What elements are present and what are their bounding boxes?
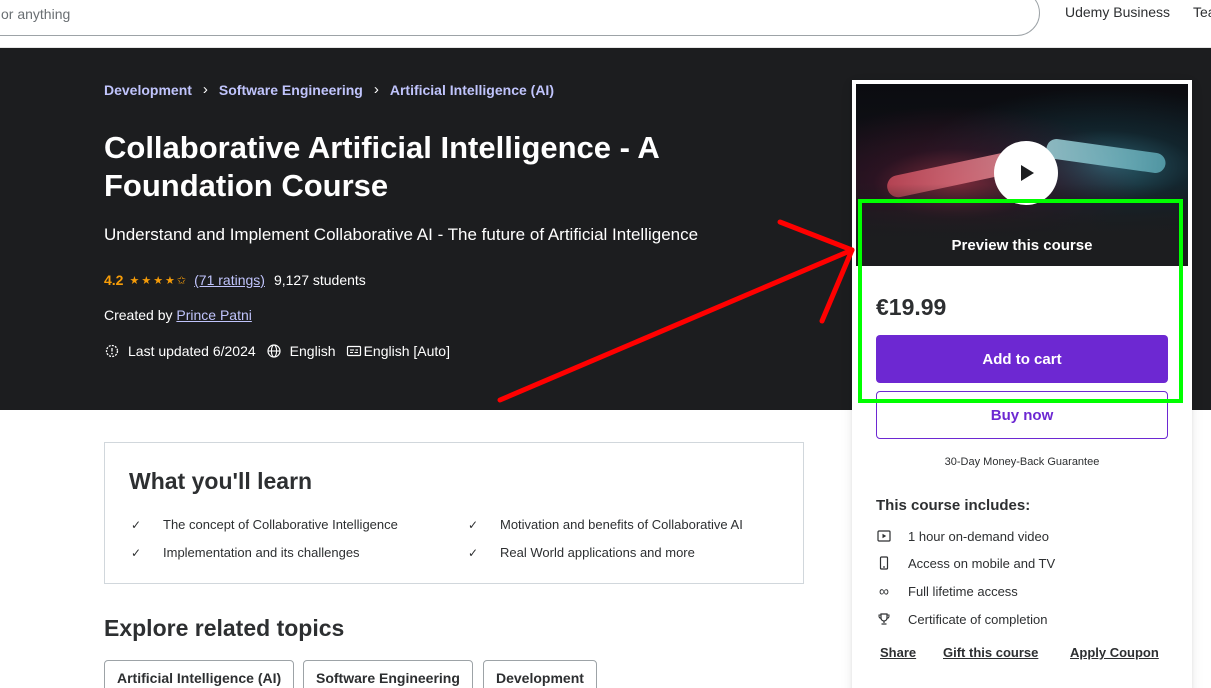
check-icon: ✓ [468, 545, 479, 560]
learn-item: ✓ Implementation and its challenges [131, 545, 360, 560]
related-topics-title: Explore related topics [104, 615, 345, 641]
preview-label: Preview this course [951, 237, 1093, 254]
instructor-link[interactable]: Prince Patni [176, 307, 251, 323]
include-lifetime-label: Full lifetime access [908, 583, 1018, 599]
learn-item: ✓ The concept of Collaborative Intellige… [131, 517, 398, 532]
course-price: €19.99 [876, 294, 947, 320]
include-mobile: Access on mobile and TV [876, 555, 1055, 571]
search-input[interactable]: or anything [0, 0, 1040, 36]
includes-title: This course includes: [876, 497, 1031, 514]
add-to-cart-button[interactable]: Add to cart [876, 335, 1168, 383]
chevron-right-icon: › [373, 81, 379, 98]
course-preview-video[interactable]: Preview this course [856, 84, 1188, 266]
ratings-link[interactable]: (71 ratings) [194, 272, 265, 288]
play-icon[interactable] [994, 141, 1058, 205]
learn-item-text: Real World applications and more [500, 545, 695, 560]
learn-item: ✓ Real World applications and more [468, 545, 695, 560]
include-video-label: 1 hour on-demand video [908, 528, 1049, 544]
course-title: Collaborative Artificial Intelligence - … [104, 130, 659, 203]
nav-teach[interactable]: Tea [1193, 4, 1211, 20]
share-link[interactable]: Share [880, 645, 916, 660]
breadcrumb-software-engineering[interactable]: Software Engineering [219, 82, 363, 98]
search-placeholder: or anything [1, 6, 71, 22]
learn-item: ✓ Motivation and benefits of Collaborati… [468, 517, 743, 532]
course-language: English [289, 343, 336, 359]
what-youll-learn-box: What you'll learn ✓ The concept of Colla… [104, 442, 804, 584]
learn-item-text: Implementation and its challenges [163, 545, 360, 560]
learn-title: What you'll learn [129, 468, 313, 494]
check-icon: ✓ [131, 545, 142, 560]
nav-udemy-business[interactable]: Udemy Business [1065, 4, 1170, 20]
include-mobile-label: Access on mobile and TV [908, 555, 1056, 571]
trophy-icon [876, 611, 892, 627]
topic-artificial-intelligence[interactable]: Artificial Intelligence (AI) [104, 660, 295, 688]
chevron-right-icon: › [202, 81, 208, 98]
include-certificate-label: Certificate of completion [908, 611, 1048, 627]
include-video: 1 hour on-demand video [876, 528, 1049, 544]
students-count: 9,127 students [273, 272, 366, 288]
breadcrumb: Development › Software Engineering › Art… [104, 81, 554, 98]
last-updated: Last updated 6/2024 [128, 343, 256, 359]
learn-item-text: The concept of Collaborative Intelligenc… [163, 517, 398, 532]
include-certificate: Certificate of completion [876, 611, 1047, 627]
alert-clock-icon [104, 343, 120, 359]
created-by-label: Created by [104, 307, 173, 323]
top-header: or anything Udemy Business Tea [0, 0, 1211, 48]
learn-item-text: Motivation and benefits of Collaborative… [500, 517, 743, 532]
include-lifetime: ∞ Full lifetime access [876, 583, 1018, 599]
globe-icon [266, 343, 282, 359]
rating-row: 4.2 ★★★★✩ (71 ratings) 9,127 students [104, 272, 366, 288]
course-meta: Last updated 6/2024 English English [Aut… [104, 343, 450, 359]
breadcrumb-development[interactable]: Development [104, 82, 192, 98]
check-icon: ✓ [468, 517, 479, 532]
check-icon: ✓ [131, 517, 142, 532]
topic-development[interactable]: Development [483, 660, 597, 688]
breadcrumb-artificial-intelligence[interactable]: Artificial Intelligence (AI) [390, 82, 554, 98]
topic-software-engineering[interactable]: Software Engineering [303, 660, 473, 688]
human-hand-image [1045, 137, 1167, 175]
money-back-guarantee: 30-Day Money-Back Guarantee [944, 456, 1100, 468]
rating-number: 4.2 [104, 272, 124, 288]
video-icon [876, 528, 892, 544]
mobile-icon [876, 555, 892, 571]
course-captions: English [Auto] [363, 343, 450, 359]
closed-captions-icon [346, 343, 362, 359]
infinity-icon: ∞ [879, 583, 889, 599]
star-rating-icon: ★★★★✩ [129, 274, 189, 287]
apply-coupon-link[interactable]: Apply Coupon [1070, 645, 1159, 660]
created-by: Created by Prince Patni [104, 307, 252, 323]
gift-course-link[interactable]: Gift this course [943, 645, 1038, 660]
buy-now-button[interactable]: Buy now [876, 391, 1168, 439]
course-subtitle: Understand and Implement Collaborative A… [104, 225, 699, 244]
